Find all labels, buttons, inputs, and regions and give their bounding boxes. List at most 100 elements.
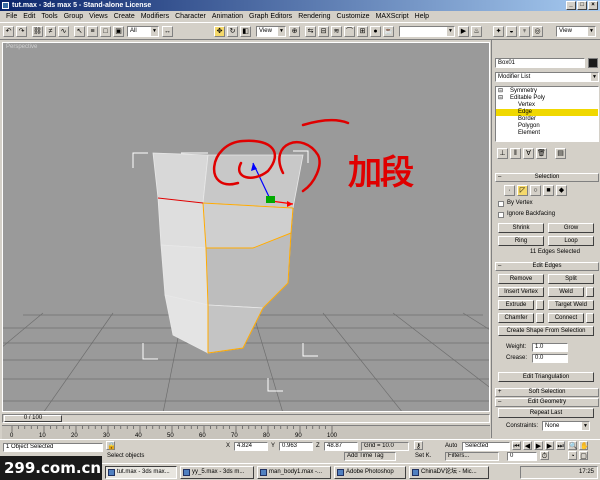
hierarchy-panel-icon[interactable]: ♆ <box>519 26 530 37</box>
taskbar-item-chinadv[interactable]: ChinaDV论坛 - Mic... <box>409 466 489 479</box>
taskbar-item-yy5-max[interactable]: yy_5.max - 3ds m... <box>180 466 254 479</box>
select-and-move-icon[interactable]: ✥ <box>214 26 225 37</box>
menu-file[interactable]: File <box>3 11 20 22</box>
lock-selection-icon[interactable]: 🔒 <box>106 441 116 450</box>
orbit-icon[interactable]: ◔ <box>568 451 577 460</box>
stack-item-border[interactable]: Border <box>496 116 598 123</box>
menu-help[interactable]: Help <box>412 11 432 22</box>
border-mode-icon[interactable]: ○ <box>530 185 541 196</box>
motion-panel-icon[interactable]: ◎ <box>532 26 543 37</box>
modify-panel-icon[interactable]: ◒ <box>506 26 517 37</box>
by-vertex-checkbox[interactable] <box>498 201 504 207</box>
auto-key-label[interactable]: Auto <box>445 443 457 449</box>
weld-button[interactable]: Weld <box>548 287 584 297</box>
menu-character[interactable]: Character <box>172 11 209 22</box>
menu-graph-editors[interactable]: Graph Editors <box>246 11 295 22</box>
time-slider-thumb[interactable]: 0 / 100 <box>4 415 62 422</box>
repeat-last-button[interactable]: Repeat Last <box>498 408 594 418</box>
reference-coordinate-dropdown[interactable]: View ▼ <box>256 26 286 37</box>
chamfer-button[interactable]: Chamfer <box>498 313 534 323</box>
create-shape-button[interactable]: Create Shape From Selection <box>498 326 594 336</box>
render-last-icon[interactable]: ♨ <box>471 26 482 37</box>
expand-icon[interactable]: ⊟ <box>498 95 503 102</box>
edge-mode-icon[interactable]: ◸ <box>517 185 528 196</box>
menu-tools[interactable]: Tools <box>38 11 60 22</box>
ring-button[interactable]: Ring <box>498 236 544 246</box>
create-panel-icon[interactable]: ✦ <box>493 26 504 37</box>
key-mode-dropdown[interactable]: Selected <box>462 442 510 451</box>
selection-filter-dropdown[interactable]: All ▼ <box>127 26 159 37</box>
stack-item-symmetry[interactable]: ⊟ Symmetry <box>496 88 598 95</box>
selection-rollout-header[interactable]: – Selection <box>495 173 599 182</box>
remove-button[interactable]: Remove <box>498 274 544 284</box>
render-scene-icon[interactable]: ☕ <box>383 26 394 37</box>
play-icon[interactable]: ▶ <box>534 441 543 450</box>
layers-icon[interactable]: ≋ <box>331 26 342 37</box>
object-name-field[interactable]: Box01 <box>495 58 585 68</box>
insert-vertex-button[interactable]: Insert Vertex <box>498 287 544 297</box>
shrink-button[interactable]: Shrink <box>498 223 544 233</box>
go-to-end-icon[interactable]: ⏭ <box>556 441 565 450</box>
configure-sets-icon[interactable]: ▤ <box>555 148 566 159</box>
crease-spinner[interactable]: 0.0 <box>532 354 568 363</box>
expand-icon[interactable]: ⊟ <box>498 88 503 95</box>
stack-item-polygon[interactable]: Polygon <box>496 123 598 130</box>
schematic-view-icon[interactable]: ⊞ <box>357 26 368 37</box>
edit-edges-rollout-header[interactable]: – Edit Edges <box>495 262 599 271</box>
stack-item-editable-poly[interactable]: ⊟ Editable Poly <box>496 95 598 102</box>
track-bar[interactable]: 0 10 20 30 40 50 60 70 80 90 100 <box>2 425 490 439</box>
go-to-start-icon[interactable]: ⏮ <box>512 441 521 450</box>
connect-button[interactable]: Connect <box>548 313 584 323</box>
select-by-name-icon[interactable]: ≡ <box>87 26 98 37</box>
edit-geometry-rollout-header[interactable]: – Edit Geometry <box>495 398 599 407</box>
remove-modifier-icon[interactable]: 🗑 <box>536 148 547 159</box>
key-icon[interactable]: ⚷ <box>414 441 423 450</box>
select-move-icon[interactable]: ↔ <box>162 26 173 37</box>
polygon-mode-icon[interactable]: ■ <box>543 185 554 196</box>
undo-icon[interactable]: ↶ <box>3 26 14 37</box>
weight-spinner[interactable]: 1.0 <box>532 343 568 352</box>
pivot-center-icon[interactable]: ⊕ <box>289 26 300 37</box>
stack-item-vertex[interactable]: Vertex <box>496 102 598 109</box>
loop-button[interactable]: Loop <box>548 236 594 246</box>
taskbar-item-man-body[interactable]: man_body1.max -... <box>257 466 331 479</box>
menu-modifiers[interactable]: Modifiers <box>138 11 172 22</box>
split-button[interactable]: Split <box>548 274 594 284</box>
edit-triangulation-button[interactable]: Edit Triangulation <box>498 372 594 382</box>
close-button[interactable]: × <box>588 1 598 10</box>
window-crossing-icon[interactable]: ▣ <box>113 26 124 37</box>
stack-item-element[interactable]: Element <box>496 130 598 137</box>
time-slider[interactable]: 0 / 100 <box>2 414 490 423</box>
chamfer-settings-icon[interactable] <box>536 313 544 323</box>
ignore-backfacing-checkbox[interactable] <box>498 212 504 218</box>
connect-settings-icon[interactable] <box>586 313 594 323</box>
menu-create[interactable]: Create <box>111 11 138 22</box>
align-icon[interactable]: ⊟ <box>318 26 329 37</box>
material-editor-icon[interactable]: ● <box>370 26 381 37</box>
soft-selection-rollout-header[interactable]: + Soft Selection <box>495 388 599 397</box>
weld-settings-icon[interactable] <box>586 287 594 297</box>
target-weld-button[interactable]: Target Weld <box>548 300 594 310</box>
show-end-result-icon[interactable]: ‖ <box>510 148 521 159</box>
filters-button[interactable]: Filters... <box>445 452 499 461</box>
set-key-label[interactable]: Set K. <box>415 453 431 459</box>
element-mode-icon[interactable]: ◆ <box>556 185 567 196</box>
quick-render-icon[interactable]: ▶ <box>458 26 469 37</box>
prev-frame-icon[interactable]: ◀ <box>523 441 532 450</box>
modifier-list-dropdown[interactable]: Modifier List ▼ <box>495 72 599 82</box>
time-config-icon[interactable]: ⏱ <box>540 451 549 460</box>
menu-views[interactable]: Views <box>86 11 111 22</box>
bind-space-warp-icon[interactable]: ∿ <box>58 26 69 37</box>
vertex-mode-icon[interactable]: · <box>504 185 515 196</box>
zoom-icon[interactable]: 🔍 <box>568 441 578 450</box>
minimize-button[interactable]: _ <box>566 1 576 10</box>
curve-editor-icon[interactable]: ⌒ <box>344 26 355 37</box>
maximize-button[interactable]: □ <box>577 1 587 10</box>
redo-icon[interactable]: ↷ <box>16 26 27 37</box>
extrude-settings-icon[interactable] <box>536 300 544 310</box>
mirror-icon[interactable]: ⇆ <box>305 26 316 37</box>
stack-item-edge[interactable]: Edge <box>496 109 598 116</box>
menu-customize[interactable]: Customize <box>334 11 373 22</box>
perspective-viewport[interactable]: Perspective 加段 <box>2 42 490 412</box>
unlink-icon[interactable]: ≠ <box>45 26 56 37</box>
